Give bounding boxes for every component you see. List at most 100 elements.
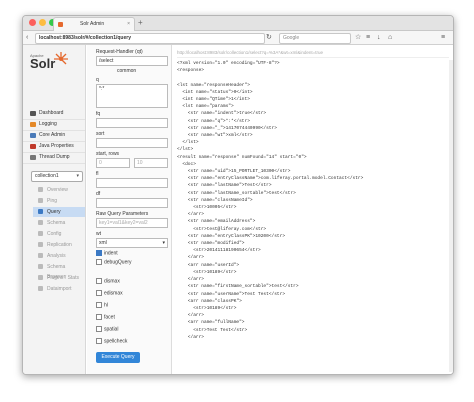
config-icon bbox=[38, 231, 43, 236]
core-selector[interactable]: collection1 ▾ bbox=[31, 171, 83, 182]
xml-line: </lst> bbox=[177, 140, 199, 146]
debugquery-checkbox[interactable]: debugQuery bbox=[96, 259, 132, 266]
indent-checkbox[interactable]: indent bbox=[96, 250, 118, 257]
checkbox-label: facet bbox=[104, 314, 115, 321]
raw-params-input[interactable]: key1=val1&key2=val2 bbox=[96, 218, 168, 228]
sidebar-item-thread-dump[interactable]: Thread Dump bbox=[23, 152, 85, 164]
home-icon[interactable]: ⌂ bbox=[388, 32, 392, 43]
q-textarea[interactable]: *:* bbox=[96, 84, 168, 108]
plugins-icon bbox=[38, 275, 43, 280]
xml-line: <lst name="params"> bbox=[177, 104, 234, 110]
reload-icon[interactable]: ↻ bbox=[266, 32, 272, 43]
xml-line: </arr> bbox=[177, 212, 205, 218]
query-form: Request-Handler (qt) /select common q *:… bbox=[87, 45, 172, 374]
menu-icon[interactable]: ≡ bbox=[441, 32, 445, 43]
fq-input[interactable] bbox=[96, 118, 168, 128]
xml-line: <str>20141118190654</str> bbox=[177, 248, 261, 254]
xml-line: <str name="_">1417074440990</str> bbox=[177, 125, 277, 131]
xml-line: <str name="uid">15_PORTLET_10300</str> bbox=[177, 169, 291, 175]
dismax-checkbox[interactable]: dismax bbox=[96, 278, 120, 285]
core-nav-analysis[interactable]: Analysis bbox=[33, 251, 85, 261]
xml-line: <str>10189</str> bbox=[177, 269, 237, 275]
core-nav-query[interactable]: Query bbox=[33, 207, 85, 217]
core-nav-dataimport[interactable]: Dataimport bbox=[33, 284, 85, 294]
xml-line: <?xml version="1.0" encoding="UTF-8"?> bbox=[177, 61, 280, 66]
dataimport-icon bbox=[38, 286, 43, 291]
xml-line: <str name="lastName">Test</str> bbox=[177, 183, 272, 189]
checkbox-icon bbox=[96, 278, 102, 284]
close-window-button[interactable] bbox=[29, 19, 36, 26]
tab-close-icon[interactable]: × bbox=[127, 18, 130, 31]
sidebar: Apache Solr Dashboard Logging Core Admin… bbox=[23, 45, 86, 374]
solr-sun-icon bbox=[54, 52, 68, 65]
search-field[interactable]: Google bbox=[279, 33, 351, 44]
xml-line: <str name="q">*:*</str> bbox=[177, 118, 250, 124]
fl-label: fl bbox=[96, 171, 99, 177]
edismax-checkbox[interactable]: edismax bbox=[96, 290, 123, 297]
xml-line: </arr> bbox=[177, 313, 205, 319]
checkbox-label: spatial bbox=[104, 326, 119, 333]
url-text: localhost:8983/solr/#/collection1/query bbox=[39, 35, 131, 41]
reading-list-icon[interactable]: ≡ bbox=[366, 32, 370, 43]
core-nav-config[interactable]: Config bbox=[33, 229, 85, 239]
sidebar-item-label: Core Admin bbox=[39, 132, 66, 138]
wt-select[interactable]: xml ▾ bbox=[96, 238, 168, 248]
browser-tab[interactable]: Solr Admin × bbox=[53, 17, 135, 31]
xml-line: <str name="entryClassPK">10200</str> bbox=[177, 233, 286, 239]
core-nav-replication[interactable]: Replication bbox=[33, 240, 85, 250]
core-nav-label: Overview bbox=[47, 187, 68, 193]
download-icon[interactable]: ↓ bbox=[377, 32, 381, 43]
raw-params-placeholder: key1=val1&key2=val2 bbox=[99, 220, 148, 226]
address-bar[interactable]: localhost:8983/solr/#/collection1/query bbox=[35, 33, 265, 44]
spatial-checkbox[interactable]: spatial bbox=[96, 326, 118, 333]
checkbox-icon bbox=[96, 302, 102, 308]
core-nav-ping[interactable]: Ping bbox=[33, 196, 85, 206]
solr-logo[interactable]: Apache Solr bbox=[30, 53, 55, 70]
checkbox-label: hl bbox=[104, 302, 108, 309]
sidebar-item-label: Thread Dump bbox=[39, 154, 70, 160]
df-input[interactable] bbox=[96, 198, 168, 208]
thread-dump-icon bbox=[30, 155, 36, 160]
core-nav-schema[interactable]: Schema bbox=[33, 218, 85, 228]
new-tab-button[interactable]: + bbox=[138, 17, 143, 29]
chevron-down-icon: ▾ bbox=[162, 240, 165, 246]
start-input[interactable]: 0 bbox=[96, 158, 130, 168]
checkbox-label: edismax bbox=[104, 290, 123, 297]
checkbox-label: debugQuery bbox=[104, 259, 132, 266]
core-nav-label: Config bbox=[47, 231, 62, 237]
sort-label: sort bbox=[96, 131, 105, 137]
xml-line: <doc> bbox=[177, 161, 196, 167]
minimize-window-button[interactable] bbox=[39, 19, 46, 26]
checkbox-label: indent bbox=[104, 250, 118, 257]
checkbox-icon bbox=[96, 338, 102, 344]
hl-checkbox[interactable]: hl bbox=[96, 302, 108, 309]
request-url-link[interactable]: http://localhost:8983/solr/collection1/s… bbox=[177, 49, 449, 58]
core-nav-overview[interactable]: Overview bbox=[33, 185, 85, 195]
result-scrollbar[interactable] bbox=[449, 60, 453, 372]
checkbox-label: spellcheck bbox=[104, 338, 128, 345]
back-icon[interactable]: ‹ bbox=[26, 32, 28, 43]
core-nav-label: Schema bbox=[47, 220, 66, 226]
request-handler-value: /select bbox=[99, 58, 114, 64]
query-icon bbox=[38, 209, 43, 214]
sort-input[interactable] bbox=[96, 138, 168, 148]
ping-icon bbox=[38, 198, 43, 203]
xml-line: </arr> bbox=[177, 255, 205, 261]
facet-checkbox[interactable]: facet bbox=[96, 314, 115, 321]
core-nav-schema-browser[interactable]: Schema Browser bbox=[33, 262, 85, 280]
rows-input[interactable]: 10 bbox=[134, 158, 168, 168]
dashboard-icon bbox=[30, 111, 36, 116]
overview-icon bbox=[38, 187, 43, 192]
xml-line: <str name="entryClassName">com.liferay.p… bbox=[177, 176, 364, 182]
execute-query-button[interactable]: Execute Query bbox=[96, 352, 140, 363]
core-nav-plugins-stats[interactable]: Plugins / Stats bbox=[33, 273, 85, 283]
core-selector-value: collection1 bbox=[35, 173, 59, 179]
xml-line: <str>Test Test</str> bbox=[177, 327, 248, 333]
star-icon[interactable]: ☆ bbox=[355, 32, 361, 43]
request-handler-input[interactable]: /select bbox=[96, 56, 168, 66]
request-url-text: http://localhost:8983/solr/collection1/s… bbox=[177, 50, 323, 55]
fl-input[interactable] bbox=[96, 178, 168, 188]
spellcheck-checkbox[interactable]: spellcheck bbox=[96, 338, 127, 345]
core-nav-label: Query bbox=[47, 209, 61, 215]
navigation-bar: ‹ localhost:8983/solr/#/collection1/quer… bbox=[23, 31, 453, 45]
